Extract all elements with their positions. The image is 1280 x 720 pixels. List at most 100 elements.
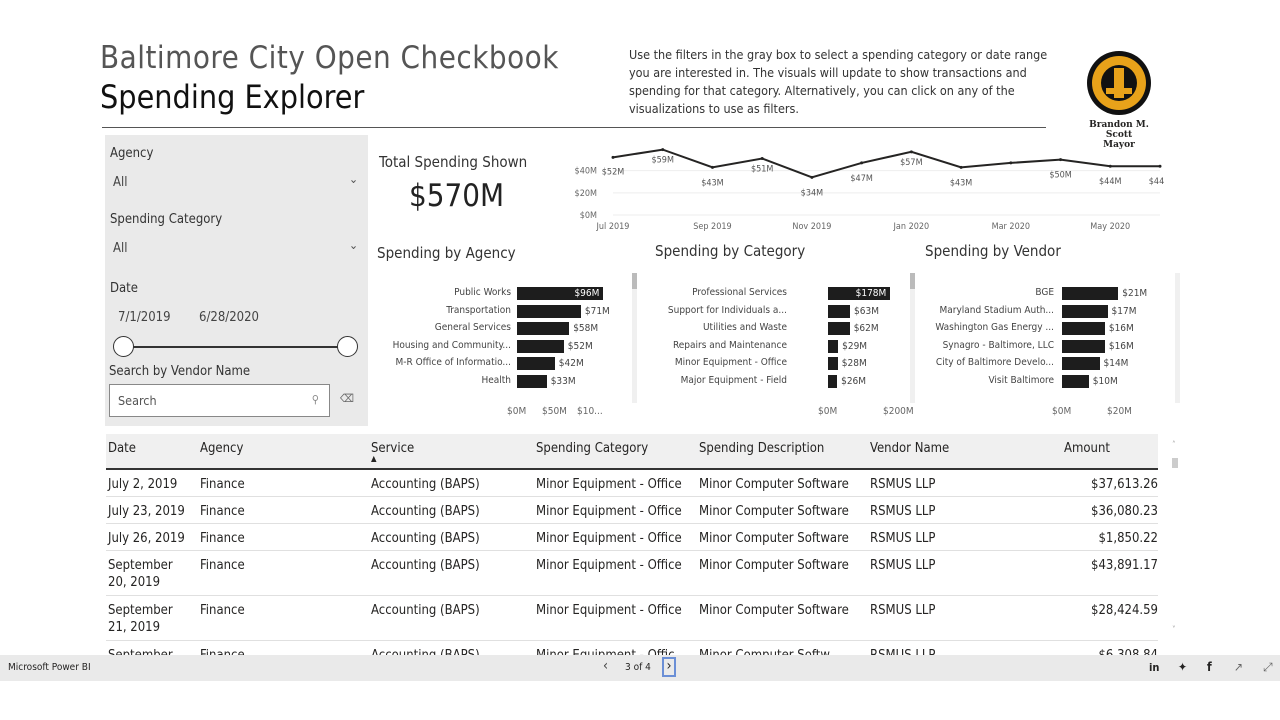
table-cell: Finance [200,558,245,573]
column-header[interactable]: Amount [1064,441,1110,456]
table-row[interactable]: July 2, 2019 Finance Accounting (BAPS) Mino… [106,470,1158,497]
date-start-input[interactable]: 7/1/2019 [118,310,171,325]
previous-page-icon[interactable]: ‹ [603,658,608,674]
data-label: $43M [950,178,972,188]
fullscreen-icon[interactable]: ⤢ [1263,660,1273,675]
table-cell: Minor Equipment - Office [536,603,682,618]
category-label[interactable]: Public Works [331,287,511,298]
bar[interactable] [1062,375,1089,388]
x-tick-label: $10... [577,406,603,417]
column-header[interactable]: Spending Category [536,441,648,456]
column-header[interactable]: Date [108,441,136,456]
page-indicator: 3 of 4 [625,662,651,673]
divider [102,127,1046,128]
bar[interactable] [517,304,581,318]
category-label[interactable]: Health [331,375,511,386]
date-slider-start-handle[interactable] [113,336,134,357]
category-value: All [113,241,128,256]
category-label[interactable]: M-R Office of Informatio... [331,357,511,368]
category-dropdown[interactable]: All ⌄ [110,236,360,260]
data-label: $57M [900,158,922,168]
chart-title: Spending by Agency [377,244,516,262]
monthly-spending-line-chart[interactable]: $0M $20M $40M $52M $59M $43M $51M $34M $47M $57M $… [565,145,1165,235]
data-label: $33M [550,376,576,387]
twitter-icon[interactable]: ✦ [1178,660,1187,674]
table-cell: $1,850.22 [1098,531,1158,546]
bar[interactable] [828,322,850,336]
share-icon[interactable]: ↗ [1234,660,1243,674]
table-cell: Minor Computer Software [699,504,849,519]
data-label: $51M [751,164,773,174]
table-scrollbar[interactable]: ˄ ˅ [1172,440,1180,635]
kpi-value: $570M [409,178,505,214]
category-label[interactable]: Washington Gas Energy ... [874,322,1054,333]
column-header[interactable]: Service [371,441,414,456]
bar[interactable] [517,357,555,371]
agency-label: Agency [110,146,154,161]
column-header[interactable]: Vendor Name [870,441,949,456]
vendor-chart-scrollbar[interactable] [1175,273,1180,403]
bar[interactable] [517,375,547,388]
eraser-icon[interactable]: ⌫ [340,392,354,405]
data-label: $16M [1108,340,1134,352]
vendor-scrollbar[interactable] [910,273,915,403]
bar[interactable] [1062,357,1100,371]
data-label: $96M [574,288,600,299]
category-label[interactable]: Transportation [331,305,511,316]
column-header[interactable]: Agency [200,441,243,456]
category-label[interactable]: Synagro - Baltimore, LLC [874,340,1054,351]
table-row[interactable]: September 20, 2019 Finance Accounting (BAP… [106,551,1158,596]
table-cell: Accounting (BAPS) [371,531,480,546]
table-row[interactable]: July 26, 2019 Finance Accounting (BAPS) Min… [106,524,1158,551]
bar[interactable] [1062,287,1119,300]
chart-title: Spending by Vendor [925,242,1061,260]
table-row[interactable]: September 21, 2019 Finance Accounting (BAP… [106,596,1158,641]
data-label: $52M [602,167,624,177]
bar[interactable] [1062,322,1105,336]
search-icon: ⚲ [311,393,319,406]
intro-text: Use the filters in the gray box to selec… [629,47,1048,116]
x-tick-label: $50M [542,406,567,417]
linkedin-icon[interactable]: in [1149,661,1159,674]
bar[interactable] [828,304,851,318]
table-cell: Accounting (BAPS) [371,558,480,573]
bar[interactable] [828,375,838,388]
city-seal-logo [1087,51,1151,115]
table-cell: $43,891.17 [1091,558,1158,573]
facebook-icon[interactable]: f [1207,660,1212,674]
powerbi-brand[interactable]: Microsoft Power BI [8,662,91,673]
bar[interactable] [1062,339,1105,353]
bar[interactable] [517,322,570,336]
table-row[interactable]: July 23, 2019 Finance Accounting (BAPS) Min… [106,497,1158,524]
category-label[interactable]: BGE [874,287,1054,298]
data-label: $29M [842,340,868,352]
x-tick-label: May 2020 [1090,222,1130,232]
data-label: $58M [573,323,599,335]
category-label[interactable]: Housing and Community... [331,340,511,351]
series-line [612,148,1160,179]
category-label[interactable]: Maryland Stadium Auth... [874,305,1054,316]
vendor-search-input[interactable]: Search ⚲ [109,384,330,417]
bar[interactable] [517,339,564,353]
table-cell: July 26, 2019 [108,531,185,546]
sort-ascending-icon: ▲ [371,454,377,463]
bar[interactable] [828,339,839,353]
category-label[interactable]: Visit Baltimore [874,375,1055,386]
x-tick-label: $200M [883,406,914,417]
agency-dropdown[interactable]: All ⌄ [110,170,360,194]
column-header[interactable]: Spending Description [699,441,824,456]
next-page-icon[interactable]: › [662,657,676,677]
date-end-input[interactable]: 6/28/2020 [199,310,259,325]
table-cell: RSMUS LLP [870,504,936,519]
table-cell: Minor Computer Software [699,558,849,573]
table-cell: RSMUS LLP [870,531,936,546]
data-label: $34M [801,188,823,198]
bar[interactable] [1062,304,1108,318]
bar[interactable] [828,357,838,371]
category-scrollbar[interactable] [632,273,637,403]
x-tick-label: Mar 2020 [992,222,1030,232]
chevron-down-icon: ⌄ [348,172,358,186]
x-tick-label: Nov 2019 [792,222,831,232]
category-label[interactable]: General Services [331,322,511,333]
category-label[interactable]: City of Baltimore Develo... [874,357,1054,368]
